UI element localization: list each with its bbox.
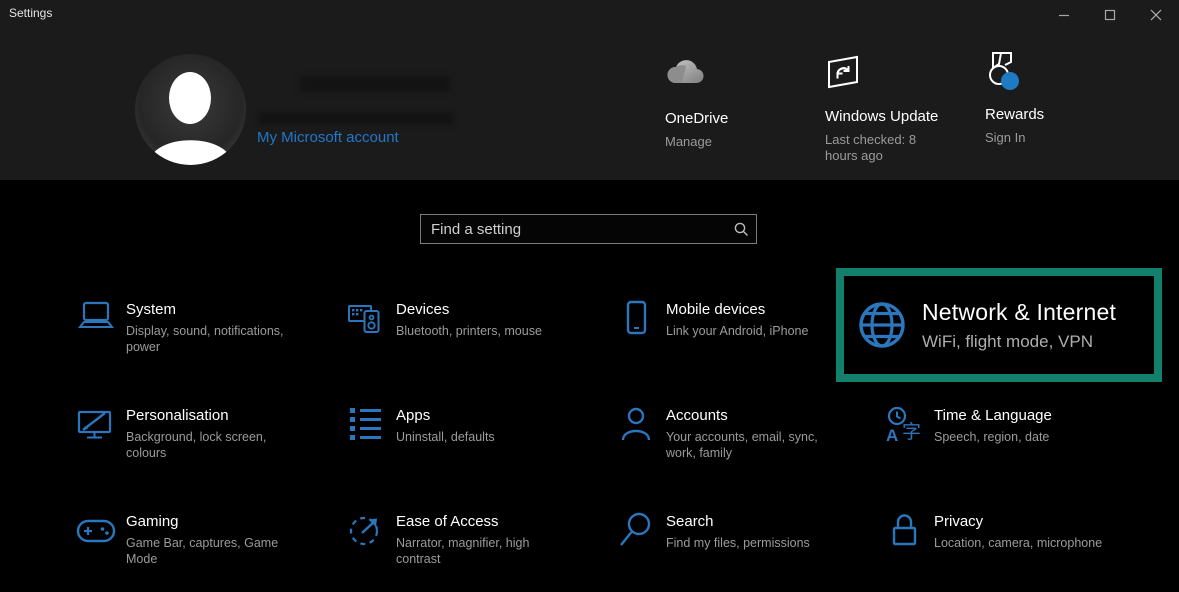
- tile-subtitle: Game Bar, captures, Game Mode: [126, 535, 291, 567]
- settings-window: Settings: [0, 0, 1179, 592]
- person-icon: [616, 406, 656, 461]
- tile-subtitle: Speech, region, date: [934, 429, 1112, 445]
- onedrive-title: OneDrive: [665, 110, 815, 127]
- close-button[interactable]: [1133, 0, 1179, 30]
- windows-update-status: Last checked: 8 hours ago: [825, 132, 917, 164]
- tile-title: System: [126, 301, 304, 318]
- tile-subtitle: Narrator, magnifier, high contrast: [396, 535, 574, 567]
- laptop-icon: [76, 300, 116, 355]
- minimize-button[interactable]: [1041, 0, 1087, 30]
- tile-ease-of-access[interactable]: Ease of Access Narrator, magnifier, high…: [346, 512, 574, 567]
- tile-title: Apps: [396, 407, 574, 424]
- search-icon[interactable]: [726, 222, 756, 237]
- maximize-button[interactable]: [1087, 0, 1133, 30]
- phone-icon: [616, 300, 656, 339]
- tile-personalisation[interactable]: Personalisation Background, lock screen,…: [76, 406, 304, 461]
- redacted-account-email: [258, 112, 454, 125]
- globe-icon: [856, 300, 908, 350]
- tile-title: Accounts: [666, 407, 844, 424]
- clock-language-icon: A 字: [884, 406, 924, 445]
- sync-screen-icon: [825, 54, 975, 90]
- rewards-status: Sign In: [985, 130, 1135, 146]
- tile-devices[interactable]: Devices Bluetooth, printers, mouse: [346, 300, 574, 339]
- tile-title: Devices: [396, 301, 574, 318]
- tile-subtitle: Link your Android, iPhone: [666, 323, 844, 339]
- onedrive-quick-item[interactable]: OneDrive Manage: [665, 56, 815, 150]
- tile-system[interactable]: System Display, sound, notifications, po…: [76, 300, 304, 355]
- tile-subtitle: Uninstall, defaults: [396, 429, 574, 445]
- lock-icon: [884, 512, 924, 551]
- tile-title: Privacy: [934, 513, 1126, 530]
- windows-update-title: Windows Update: [825, 108, 975, 125]
- tile-network-internet-highlighted[interactable]: Network & Internet WiFi, flight mode, VP…: [836, 268, 1162, 382]
- redacted-account-name: [300, 76, 450, 92]
- maximize-icon: [1104, 9, 1116, 21]
- accessibility-icon: [346, 512, 386, 567]
- person-silhouette-icon: [135, 54, 246, 165]
- minimize-icon: [1058, 9, 1070, 21]
- tile-search[interactable]: Search Find my files, permissions: [616, 512, 844, 551]
- tile-title: Search: [666, 513, 844, 530]
- tile-title: Ease of Access: [396, 513, 574, 530]
- tile-accounts[interactable]: Accounts Your accounts, email, sync, wor…: [616, 406, 844, 461]
- my-microsoft-account-link[interactable]: My Microsoft account: [257, 129, 399, 146]
- keyboard-speaker-icon: [346, 300, 386, 339]
- tile-gaming[interactable]: Gaming Game Bar, captures, Game Mode: [76, 512, 291, 567]
- tile-time-language[interactable]: A 字 Time & Language Speech, region, date: [884, 406, 1112, 445]
- tile-subtitle: Bluetooth, printers, mouse: [396, 323, 574, 339]
- tile-mobile-devices[interactable]: Mobile devices Link your Android, iPhone: [616, 300, 844, 339]
- header-region: Settings: [0, 0, 1179, 180]
- monitor-brush-icon: [76, 406, 116, 461]
- tile-subtitle: Location, camera, microphone: [934, 535, 1126, 551]
- tile-subtitle: WiFi, flight mode, VPN: [922, 332, 1116, 352]
- tile-title: Personalisation: [126, 407, 304, 424]
- list-icon: [346, 406, 386, 445]
- svg-text:A: A: [886, 426, 898, 444]
- tile-privacy[interactable]: Privacy Location, camera, microphone: [884, 512, 1126, 551]
- window-title: Settings: [9, 6, 52, 20]
- tile-subtitle: Background, lock screen, colours: [126, 429, 304, 461]
- rewards-title: Rewards: [985, 106, 1135, 123]
- tile-title: Mobile devices: [666, 301, 844, 318]
- search-box: [420, 214, 757, 244]
- window-controls: [1041, 0, 1179, 30]
- cloud-icon: [665, 56, 815, 92]
- tile-subtitle: Your accounts, email, sync, work, family: [666, 429, 844, 461]
- svg-text:字: 字: [902, 421, 921, 443]
- magnifier-icon: [616, 512, 656, 551]
- windows-update-quick-item[interactable]: Windows Update Last checked: 8 hours ago: [825, 54, 975, 164]
- medal-icon: [985, 52, 1135, 88]
- tile-title: Time & Language: [934, 407, 1112, 424]
- avatar[interactable]: [135, 54, 246, 165]
- tile-subtitle: Display, sound, notifications, power: [126, 323, 304, 355]
- tile-title: Network & Internet: [922, 299, 1116, 326]
- gamepad-icon: [76, 512, 116, 567]
- tile-apps[interactable]: Apps Uninstall, defaults: [346, 406, 574, 445]
- onedrive-status: Manage: [665, 134, 815, 150]
- close-icon: [1150, 9, 1162, 21]
- tile-title: Gaming: [126, 513, 291, 530]
- rewards-quick-item[interactable]: Rewards Sign In: [985, 52, 1135, 146]
- tile-subtitle: Find my files, permissions: [666, 535, 844, 551]
- search-input[interactable]: [421, 221, 726, 238]
